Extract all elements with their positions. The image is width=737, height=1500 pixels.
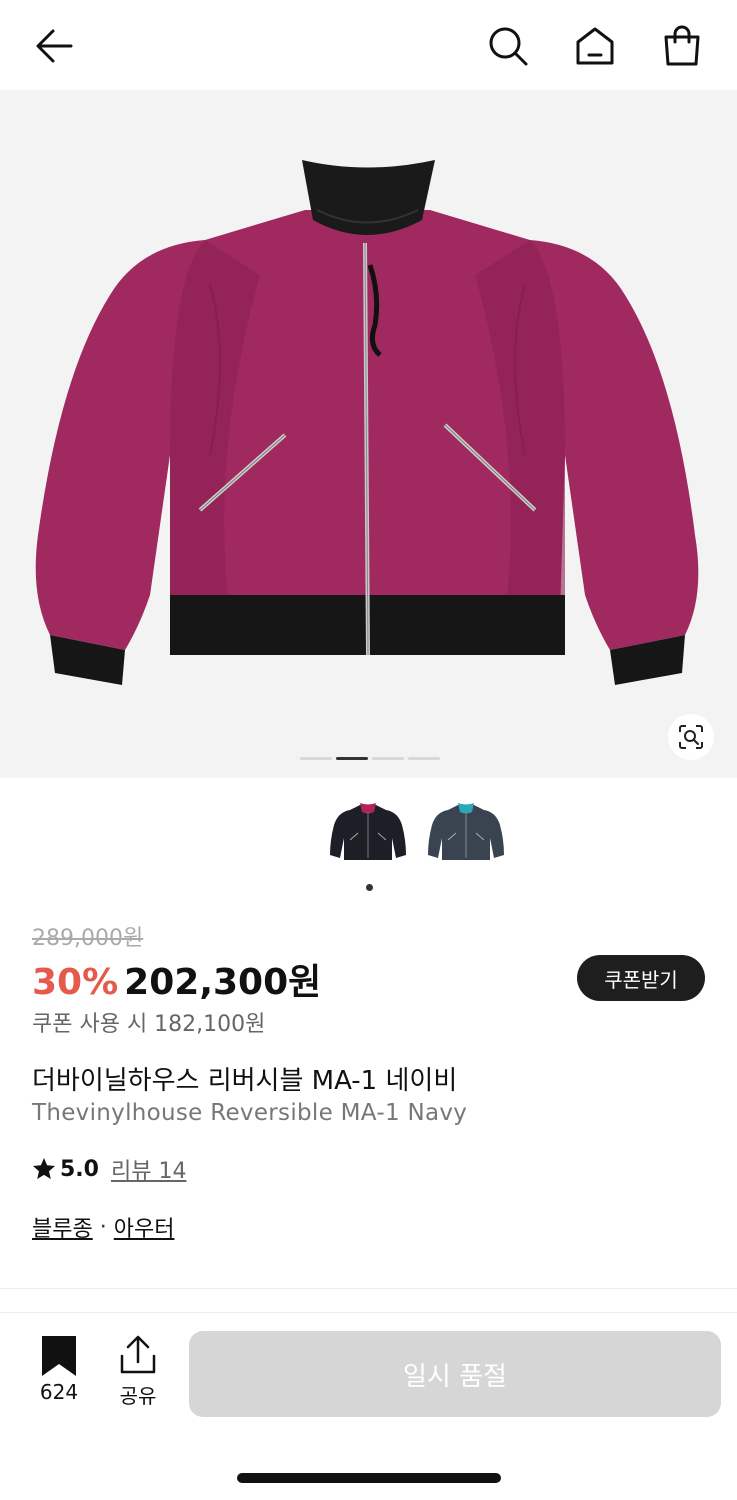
- image-search-button[interactable]: [668, 714, 714, 760]
- home-indicator: [237, 1473, 501, 1483]
- search-button[interactable]: [486, 24, 530, 68]
- discount-rate: 30%: [32, 962, 119, 1003]
- original-price: 289,000원: [32, 926, 144, 951]
- bookmark-count: 624: [39, 1380, 79, 1404]
- review-link[interactable]: 리뷰 14: [111, 1153, 186, 1185]
- image-search-icon: [679, 725, 703, 749]
- share-icon: [120, 1335, 156, 1374]
- gallery-pagination: [300, 757, 440, 760]
- product-name-en: Thevinylhouse Reversible MA-1 Navy: [32, 1100, 468, 1126]
- arrow-left-icon: [36, 29, 73, 63]
- coupon-price: 쿠폰 사용 시 182,100원: [32, 1012, 266, 1037]
- pagination-dot: [300, 757, 332, 760]
- color-options: [0, 800, 737, 870]
- get-coupon-button[interactable]: 쿠폰받기: [577, 955, 705, 1001]
- pagination-dot-active: [336, 757, 368, 760]
- color-option-navy[interactable]: [426, 800, 506, 868]
- separator-dot: ·: [99, 1214, 107, 1240]
- star-icon: [33, 1158, 55, 1179]
- pagination-dot: [408, 757, 440, 760]
- share-button[interactable]: 공유: [108, 1332, 168, 1408]
- top-navigation-bar: [0, 0, 737, 90]
- soldout-button: 일시 품절: [189, 1331, 721, 1417]
- product-image-gallery[interactable]: [0, 90, 737, 778]
- jacket-thumbnail: [428, 803, 504, 860]
- shopping-bag-icon: [664, 25, 700, 66]
- price-row: 30% 202,300원: [32, 953, 321, 1005]
- bookmark-button[interactable]: 624: [28, 1332, 90, 1408]
- back-button[interactable]: [32, 24, 76, 68]
- divider: [0, 1288, 737, 1289]
- rating-score: 5.0: [60, 1156, 99, 1182]
- bookmark-icon: [42, 1336, 76, 1376]
- shopping-bag-button[interactable]: [660, 24, 704, 68]
- product-image: [35, 160, 699, 685]
- pagination-dot: [372, 757, 404, 760]
- home-button[interactable]: [573, 24, 617, 68]
- category-link-blouson[interactable]: 블루종: [32, 1211, 93, 1243]
- selected-color-indicator: [366, 884, 373, 891]
- color-option-black[interactable]: [328, 800, 408, 868]
- sale-price: 202,300원: [124, 962, 322, 1003]
- product-name-ko: 더바이닐하우스 리버시블 MA-1 네이비: [32, 1066, 458, 1096]
- search-icon: [489, 27, 528, 66]
- rating: 5.0 리뷰 14: [32, 1153, 186, 1185]
- jacket-thumbnail: [330, 803, 406, 860]
- bottom-bar-border: [0, 1312, 737, 1313]
- home-icon: [576, 27, 614, 65]
- category-breadcrumb: 블루종 · 아우터: [32, 1211, 174, 1243]
- share-label: 공유: [119, 1384, 157, 1408]
- category-link-outer[interactable]: 아우터: [114, 1211, 175, 1243]
